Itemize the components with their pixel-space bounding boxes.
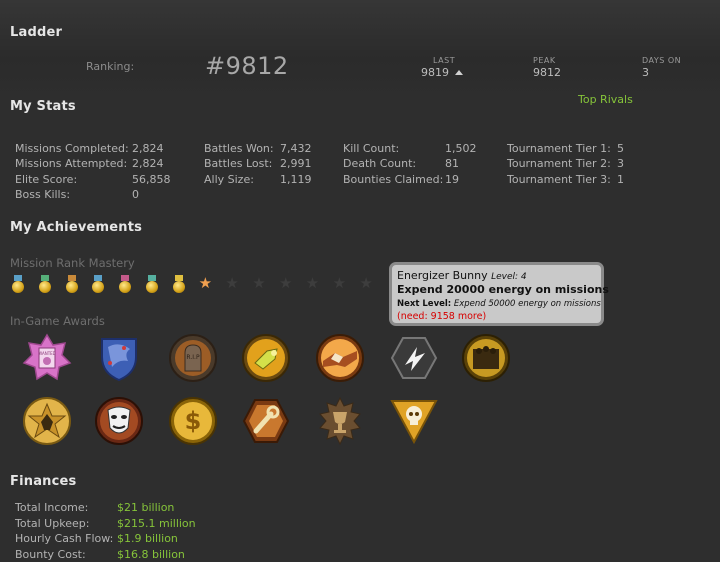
dragon-shield-icon[interactable] [94, 333, 144, 383]
tooltip-title-line: Energizer Bunny Level: 4 [397, 269, 595, 282]
bounty-cost-value: $16.8 billion [117, 548, 185, 561]
svg-text:R.I.P: R.I.P [186, 354, 200, 361]
missions-completed-value: 2,824 [132, 142, 164, 155]
mastery-medal-icon[interactable] [65, 275, 78, 293]
star-medal-icon[interactable]: ★ [199, 276, 212, 291]
tournament-tier2-label: Tournament Tier 2: [507, 157, 611, 170]
horn-icon[interactable] [241, 333, 291, 383]
kill-count-label: Kill Count: [343, 142, 400, 155]
ally-size-value: 1,119 [280, 173, 312, 186]
death-count-label: Death Count: [343, 157, 417, 170]
wrench-hex-icon[interactable] [241, 396, 291, 446]
svg-text:$: $ [185, 407, 202, 435]
total-upkeep-label: Total Upkeep: [15, 517, 90, 530]
mastery-medal-icon[interactable] [38, 275, 51, 293]
rank-up-arrow-icon [455, 70, 463, 75]
skull-triangle-icon[interactable] [389, 396, 439, 446]
tooltip-next-text: Expend 50000 energy on missions [453, 299, 601, 309]
tombstone-icon[interactable]: R.I.P [168, 333, 218, 383]
mastery-medal-icon[interactable] [119, 275, 132, 293]
mastery-medal-icon[interactable] [172, 275, 185, 293]
elite-score-label: Elite Score: [15, 173, 78, 186]
total-income-label: Total Income: [15, 501, 89, 514]
tooltip-next-label: Next Level: [397, 299, 452, 309]
tooltip-name: Energizer Bunny [397, 269, 488, 282]
boss-kills-label: Boss Kills: [15, 188, 71, 201]
battles-won-label: Battles Won: [204, 142, 274, 155]
mastery-medal-icon[interactable] [146, 275, 158, 293]
finances-title: Finances [10, 474, 77, 489]
mastery-title: Mission Rank Mastery [10, 256, 135, 270]
svg-text:WANTED: WANTED [38, 351, 56, 356]
last-value: 9819 [421, 66, 449, 79]
total-income-value: $21 billion [117, 501, 175, 514]
mastery-medal-icon[interactable] [92, 275, 105, 293]
hourly-cash-flow-value: $1.9 billion [117, 532, 178, 545]
last-rank: 9819 [421, 66, 463, 79]
ranking-label: Ranking: [86, 60, 135, 73]
battles-won-value: 7,432 [280, 142, 312, 155]
locked-medal-icon: ★ [225, 274, 239, 292]
hourly-cash-flow-label: Hourly Cash Flow: [15, 532, 114, 545]
achievements-title: My Achievements [10, 220, 143, 235]
peak-value: 9812 [533, 66, 561, 79]
locked-medal-icon: ★ [359, 274, 373, 292]
battles-lost-label: Battles Lost: [204, 157, 273, 170]
tournament-tier3-label: Tournament Tier 3: [507, 173, 611, 186]
tooltip-next-line: Next Level: Expend 50000 energy on missi… [397, 299, 601, 309]
achievement-tooltip: Energizer Bunny Level: 4 Expend 20000 en… [389, 262, 609, 326]
locked-medal-icon: ★ [305, 274, 320, 292]
locked-medal-icon: ★ [252, 274, 266, 292]
missions-completed-label: Missions Completed: [15, 142, 129, 155]
ladder-banner [0, 0, 720, 98]
cat-star-icon[interactable] [22, 396, 72, 446]
tournament-tier1-value: 5 [617, 142, 624, 155]
boss-kills-value: 0 [132, 188, 139, 201]
tooltip-description: Expend 20000 energy on missions [397, 283, 609, 296]
tournament-tier2-value: 3 [617, 157, 624, 170]
my-stats-title: My Stats [10, 99, 76, 114]
dollar-icon[interactable]: $ [168, 396, 218, 446]
battles-lost-value: 2,991 [280, 157, 312, 170]
elite-score-value: 56,858 [132, 173, 171, 186]
days-on-caption: DAYS ON [642, 56, 682, 65]
days-on-value: 3 [642, 66, 649, 79]
tooltip-level: Level: 4 [491, 272, 527, 282]
tooltip-need: (need: 9158 more) [397, 311, 487, 322]
tournament-tier1-label: Tournament Tier 1: [507, 142, 611, 155]
squad-icon[interactable] [461, 333, 511, 383]
awards-title: In-Game Awards [10, 314, 105, 328]
bounties-claimed-label: Bounties Claimed: [343, 173, 444, 186]
bounty-cost-label: Bounty Cost: [15, 548, 86, 561]
locked-medal-icon: ★ [332, 274, 347, 292]
kill-count-value: 1,502 [445, 142, 477, 155]
death-count-value: 81 [445, 157, 459, 170]
missions-attempted-label: Missions Attempted: [15, 157, 128, 170]
tournament-tier3-value: 1 [617, 173, 624, 186]
locked-medal-icon: ★ [279, 274, 293, 292]
missions-attempted-value: 2,824 [132, 157, 164, 170]
total-upkeep-value: $215.1 million [117, 517, 196, 530]
mask-icon[interactable] [94, 396, 144, 446]
handshake-icon[interactable] [315, 333, 365, 383]
ally-size-label: Ally Size: [204, 173, 254, 186]
last-caption: LAST [433, 56, 456, 65]
bounties-claimed-value: 19 [445, 173, 459, 186]
ladder-title: Ladder [10, 25, 63, 40]
wanted-poster-icon[interactable]: WANTED [22, 333, 72, 383]
mastery-medal-icon[interactable] [12, 275, 24, 293]
ranking-value: #9812 [205, 52, 289, 80]
lightning-hex-icon[interactable] [389, 333, 439, 383]
trophy-icon[interactable] [315, 396, 365, 446]
peak-caption: PEAK [533, 56, 556, 65]
top-rivals-link[interactable]: Top Rivals [578, 93, 633, 106]
